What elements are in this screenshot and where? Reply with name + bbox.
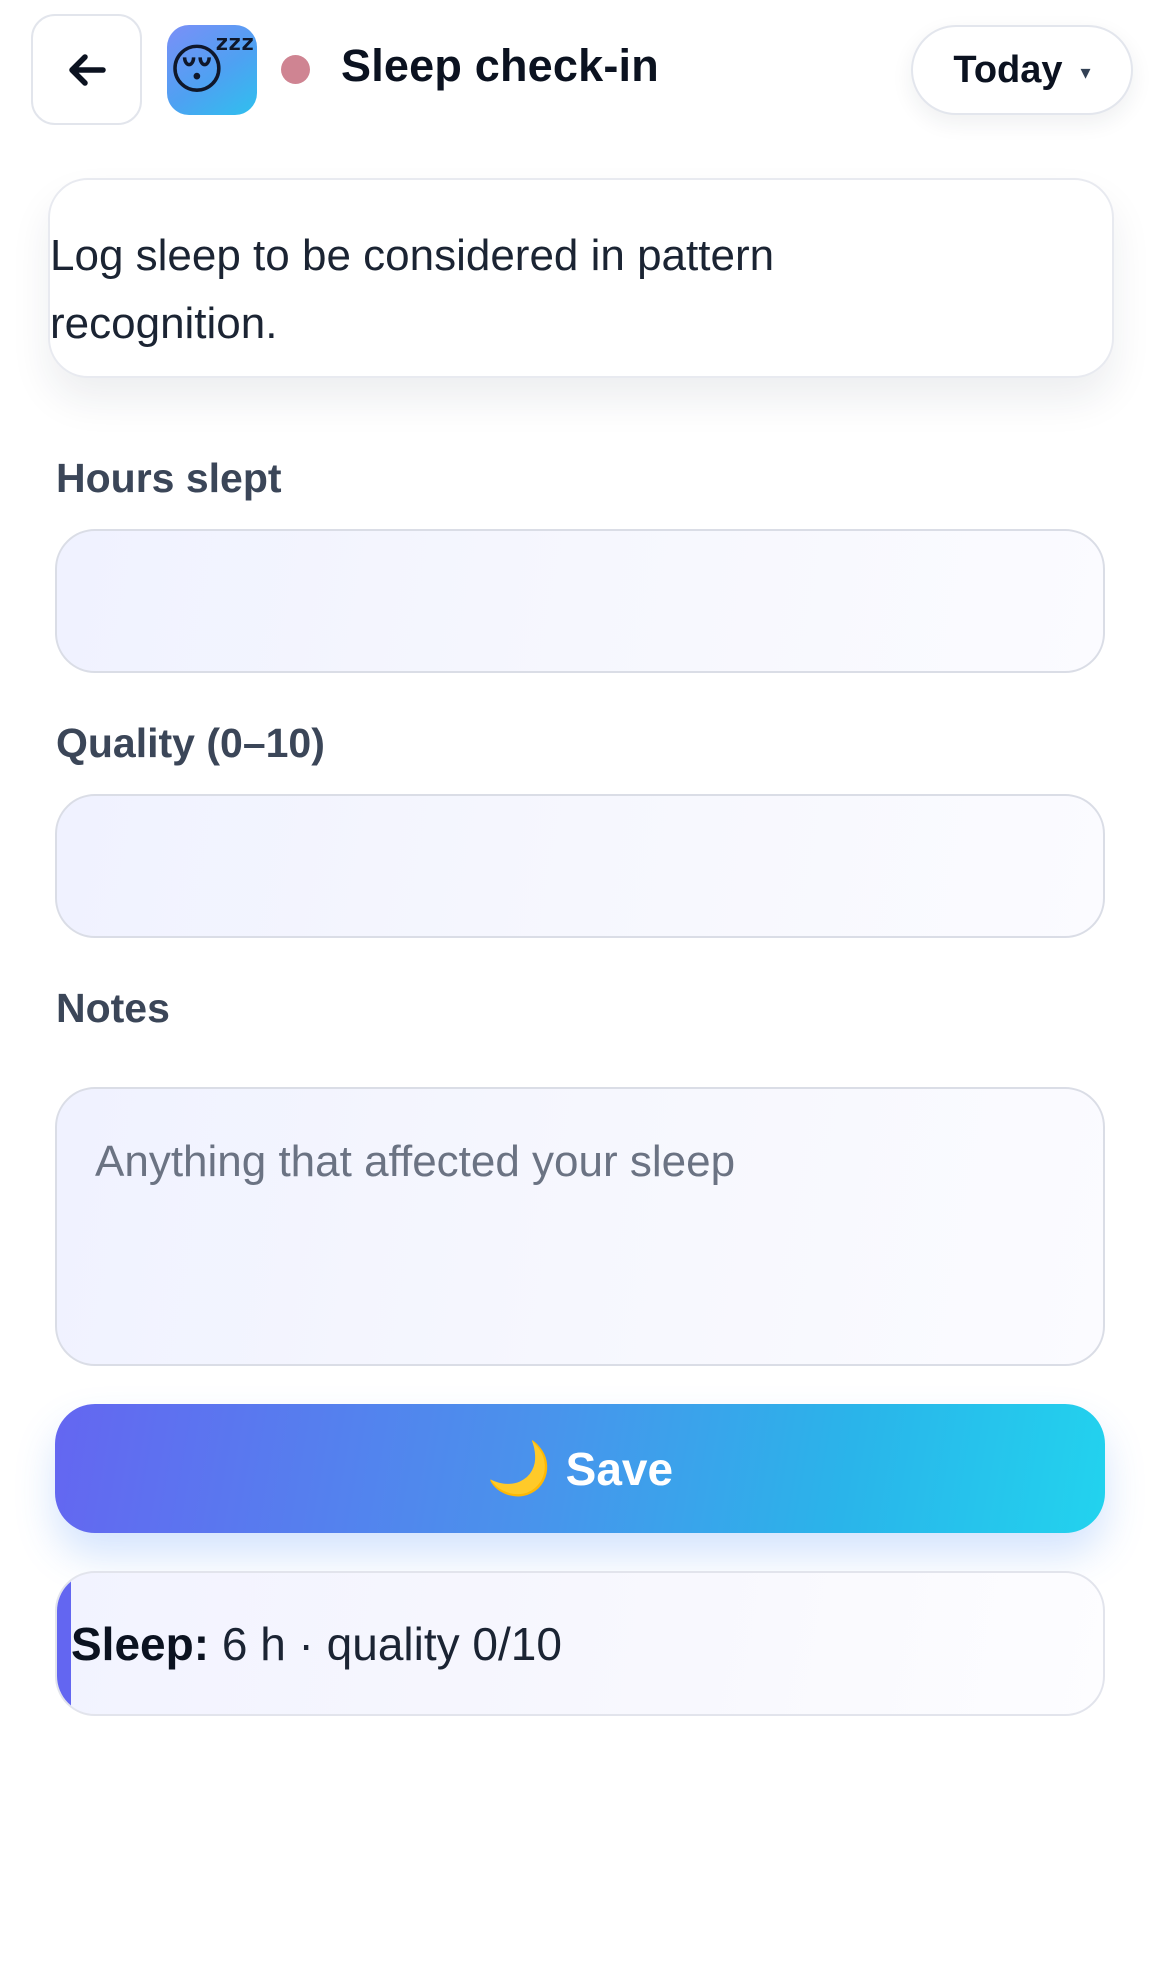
sleep-checkin-screen: 😴 Sleep check-in Today ▾ Log sleep to be… xyxy=(0,0,1170,1981)
sleep-summary: Sleep: 6 h · quality 0/10 xyxy=(55,1571,1105,1716)
summary-text: Sleep: 6 h · quality 0/10 xyxy=(71,1617,562,1671)
sleep-app-icon: 😴 xyxy=(167,25,257,115)
moon-icon: 🌙 xyxy=(486,1439,552,1498)
page-title: Sleep check-in xyxy=(341,40,659,91)
chevron-down-icon: ▾ xyxy=(1080,61,1091,84)
summary-label: Sleep: xyxy=(71,1617,222,1670)
hours-slept-label: Hours slept xyxy=(56,455,282,501)
date-selector-value: Today xyxy=(953,48,1063,91)
save-button-label: Save xyxy=(565,1442,674,1495)
notes-label: Notes xyxy=(56,985,170,1031)
status-dot xyxy=(281,55,310,84)
info-card: Log sleep to be considered in pattern re… xyxy=(48,178,1114,378)
hours-slept-input[interactable] xyxy=(55,529,1105,673)
quality-input[interactable] xyxy=(55,794,1105,938)
sleeping-face-icon: 😴 xyxy=(168,40,256,100)
info-text: Log sleep to be considered in pattern re… xyxy=(50,231,775,348)
summary-value: 6 h · quality 0/10 xyxy=(221,1617,562,1670)
back-button[interactable] xyxy=(31,14,142,125)
arrow-left-icon xyxy=(68,53,106,86)
date-selector[interactable]: Today ▾ xyxy=(911,25,1133,115)
summary-accent-bar xyxy=(57,1573,71,1714)
quality-label: Quality (0–10) xyxy=(56,720,325,766)
save-button[interactable]: 🌙 Save xyxy=(55,1404,1105,1533)
notes-textarea[interactable] xyxy=(55,1087,1105,1366)
